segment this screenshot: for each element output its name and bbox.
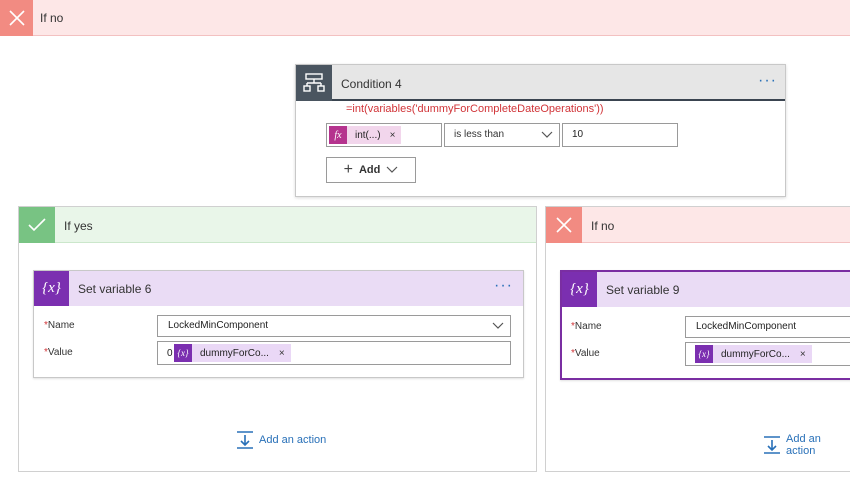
set-variable-header[interactable]: {x} Set variable 6 ··· xyxy=(34,271,523,306)
variable-icon: {x} xyxy=(562,272,597,307)
branch-label: If yes xyxy=(64,219,93,233)
add-action-icon xyxy=(236,431,254,449)
operator-value: is less than xyxy=(454,129,505,140)
chevron-down-icon xyxy=(386,164,398,177)
chevron-down-icon xyxy=(492,318,504,335)
value-field-label: *Value xyxy=(44,347,73,358)
token-label: dummyForCo... xyxy=(721,348,790,360)
name-value: LockedMinComponent xyxy=(168,320,269,331)
name-dropdown[interactable]: LockedMinComponent xyxy=(157,315,511,337)
add-action-label: Add an action xyxy=(786,433,821,457)
condition-left-operand[interactable]: fx int(...) × xyxy=(326,123,442,147)
if-no-header[interactable]: If no xyxy=(546,207,850,243)
token-label: int(...) xyxy=(355,129,381,141)
chevron-down-icon xyxy=(541,127,553,144)
top-if-no-branch-header[interactable]: If no xyxy=(0,0,850,36)
if-no-branch: If no {x} Set variable 9 *Name LockedMin… xyxy=(545,206,850,472)
branch-label: If no xyxy=(591,219,615,233)
card-title: Set variable 6 xyxy=(78,282,152,296)
fx-icon: fx xyxy=(329,126,347,144)
variable-token[interactable]: {x} dummyForCo... × xyxy=(695,345,812,363)
set-variable-header[interactable]: {x} Set variable 9 xyxy=(562,272,850,307)
condition-icon xyxy=(296,65,332,101)
condition-card: Condition 4 ··· =int(variables('dummyFor… xyxy=(295,64,786,197)
add-an-action-button[interactable]: Add an action xyxy=(763,433,850,457)
close-icon xyxy=(0,0,33,36)
condition-header[interactable]: Condition 4 ··· xyxy=(296,65,785,101)
if-yes-header[interactable]: If yes xyxy=(19,207,536,243)
value-prefix: 0 xyxy=(167,348,173,359)
expression-tooltip: =int(variables('dummyForCompleteDateOper… xyxy=(346,103,604,115)
name-field-label: *Name xyxy=(44,320,75,331)
condition-value-input[interactable]: 10 xyxy=(562,123,678,147)
card-title: Set variable 9 xyxy=(606,283,680,297)
add-condition-button[interactable]: + Add xyxy=(326,157,416,183)
token-label: dummyForCo... xyxy=(200,347,269,359)
condition-title: Condition 4 xyxy=(341,77,402,91)
header-underline xyxy=(332,99,785,101)
value-input[interactable]: {x} dummyForCo... × xyxy=(685,342,850,366)
remove-token-icon[interactable]: × xyxy=(279,348,285,359)
checkmark-icon xyxy=(19,207,55,243)
add-an-action-button[interactable]: Add an action xyxy=(236,431,326,449)
plus-icon: + xyxy=(343,161,353,178)
name-value: LockedMinComponent xyxy=(696,321,797,332)
operator-dropdown[interactable]: is less than xyxy=(444,123,560,147)
if-yes-branch: If yes {x} Set variable 6 ··· *Name Lock… xyxy=(18,206,537,472)
value-field-label: *Value xyxy=(571,348,600,359)
variable-icon: {x} xyxy=(34,271,69,306)
more-options-icon[interactable]: ··· xyxy=(758,73,777,89)
add-label: Add xyxy=(358,164,381,176)
remove-token-icon[interactable]: × xyxy=(390,130,396,141)
remove-token-icon[interactable]: × xyxy=(800,349,806,360)
name-dropdown[interactable]: LockedMinComponent xyxy=(685,316,850,338)
set-variable-9-card: {x} Set variable 9 *Name LockedMinCompon… xyxy=(560,270,850,380)
name-field-label: *Name xyxy=(571,321,602,332)
add-action-icon xyxy=(763,436,781,454)
branch-label: If no xyxy=(40,11,64,25)
expression-token[interactable]: fx int(...) × xyxy=(329,126,402,144)
set-variable-6-card: {x} Set variable 6 ··· *Name LockedMinCo… xyxy=(33,270,524,378)
condition-value: 10 xyxy=(572,129,584,140)
value-input[interactable]: 0 {x} dummyForCo... × xyxy=(157,341,511,365)
variable-icon: {x} xyxy=(695,345,713,363)
variable-token[interactable]: {x} dummyForCo... × xyxy=(174,344,291,362)
add-action-label: Add an action xyxy=(259,434,327,446)
close-icon xyxy=(546,207,582,243)
more-options-icon[interactable]: ··· xyxy=(494,278,513,294)
variable-icon: {x} xyxy=(174,344,192,362)
